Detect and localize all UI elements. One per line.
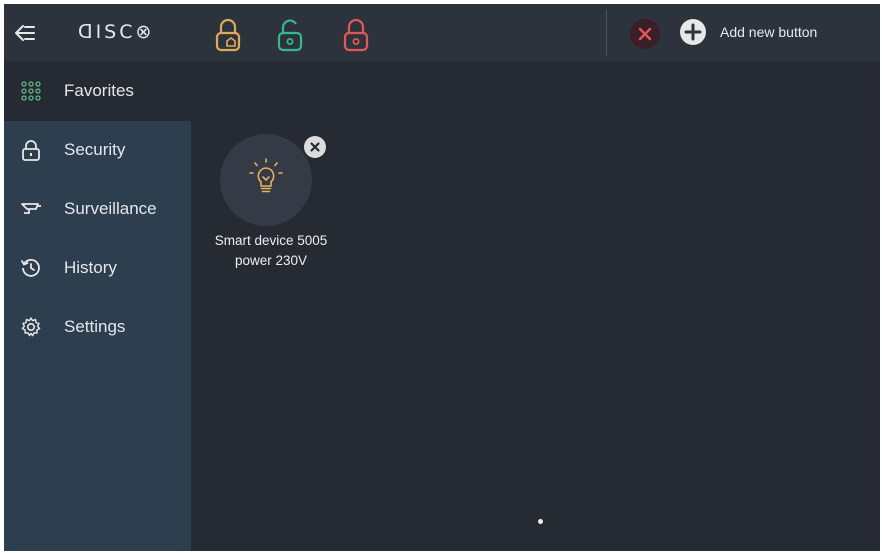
device-name: Smart device 5005 power 230V	[200, 231, 342, 271]
sidebar-item-surveillance[interactable]: Surveillance	[4, 180, 191, 239]
lock-icon	[22, 140, 40, 161]
cancel-edit-button[interactable]	[630, 19, 660, 49]
device-button[interactable]	[220, 134, 326, 226]
lightbulb-icon	[249, 158, 283, 193]
add-new-button-label: Add new button	[720, 24, 818, 40]
sidebar-item-label: Surveillance	[64, 199, 157, 218]
disarm-icon[interactable]	[276, 18, 304, 52]
sidebar-item-label: Favorites	[64, 81, 134, 100]
close-icon	[310, 142, 320, 152]
sidebar-item-security[interactable]: Security	[4, 121, 191, 180]
page-indicator-dot	[538, 519, 543, 524]
sidebar-item-label: Settings	[64, 317, 126, 336]
remove-favorite-button[interactable]	[304, 136, 326, 158]
sidebar-item-favorites[interactable]: Favorites	[4, 62, 191, 121]
partial-arm-icon[interactable]	[214, 18, 242, 52]
full-arm-icon[interactable]	[342, 18, 370, 52]
plus-icon	[680, 19, 706, 45]
close-icon	[638, 27, 652, 41]
top-bar: ꓷISC⊗ Add new button	[4, 4, 880, 62]
sidebar-item-settings[interactable]: Settings	[4, 298, 191, 357]
sidebar-item-label: Security	[64, 140, 126, 159]
sidebar: Favorites Security Surveillance History …	[4, 62, 191, 551]
collapse-menu-icon[interactable]	[12, 20, 38, 46]
favorite-device-tile[interactable]: Smart device 5005 power 230V	[200, 134, 342, 274]
gear-icon	[21, 317, 41, 337]
device-name-line-1: Smart device 5005	[214, 233, 328, 248]
risco-logo: ꓷISC⊗	[78, 21, 155, 43]
grid-dots-icon	[21, 81, 41, 101]
toolbar-divider	[606, 10, 607, 56]
history-icon	[21, 259, 40, 277]
sidebar-item-label: History	[64, 258, 117, 277]
app-screen: ꓷISC⊗ Add new button Favorites Security …	[4, 4, 880, 551]
device-name-line-2: power 230V	[234, 253, 308, 268]
sidebar-item-history[interactable]: History	[4, 239, 191, 298]
camera-icon	[21, 203, 41, 214]
